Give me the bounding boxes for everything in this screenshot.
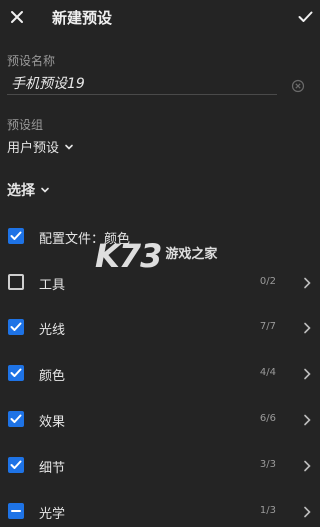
- checkmark-icon: [10, 231, 22, 240]
- list-item-effects[interactable]: 效果 6/6: [0, 405, 320, 435]
- list-item-optics[interactable]: 光学 1/3: [0, 497, 320, 527]
- close-button[interactable]: [6, 6, 28, 28]
- watermark-logo-text: K73: [95, 237, 162, 275]
- list-item-count: 1/3: [259, 505, 276, 516]
- chevron-right-icon[interactable]: [302, 277, 312, 289]
- checkmark-icon: [10, 460, 22, 469]
- checkbox[interactable]: [8, 503, 24, 519]
- list-item-count: 0/2: [259, 276, 276, 287]
- list-item-label: 效果: [39, 415, 66, 430]
- list-item-label: 光线: [39, 323, 66, 338]
- list-item-count: 4/4: [259, 367, 276, 378]
- minus-icon: [11, 510, 21, 512]
- page-title: 新建预设: [52, 9, 113, 27]
- list-item-label: 光学: [39, 507, 66, 522]
- checkmark-icon: [10, 414, 22, 423]
- watermark-logo: K73 游戏之家: [95, 237, 217, 275]
- preset-group-label: 预设组: [7, 118, 44, 132]
- chevron-right-icon[interactable]: [302, 460, 312, 472]
- chevron-right-icon[interactable]: [302, 322, 312, 334]
- clear-name-button[interactable]: [291, 78, 305, 93]
- list-item-color[interactable]: 颜色 4/4: [0, 359, 320, 389]
- clear-icon: [291, 79, 305, 93]
- checkmark-icon: [10, 322, 22, 331]
- list-item-count: 6/6: [259, 413, 276, 424]
- preset-group-dropdown[interactable]: 用户预设: [7, 137, 74, 156]
- checkbox[interactable]: [8, 274, 24, 290]
- list-item-detail[interactable]: 细节 3/3: [0, 451, 320, 481]
- list-item-count: 7/7: [259, 321, 276, 332]
- confirm-button[interactable]: [294, 6, 316, 28]
- checkbox[interactable]: [8, 319, 24, 335]
- close-icon: [11, 11, 23, 23]
- checkmark-icon: [10, 368, 22, 377]
- preset-name-label: 预设名称: [7, 54, 56, 68]
- select-dropdown[interactable]: 选择: [7, 180, 50, 200]
- top-bar: 新建预设: [0, 0, 320, 34]
- list-item-count: 3/3: [259, 459, 276, 470]
- preset-group-value: 用户预设: [7, 141, 60, 156]
- chevron-down-icon: [65, 144, 73, 150]
- chevron-right-icon[interactable]: [302, 414, 312, 426]
- checkmark-icon: [298, 11, 312, 22]
- preset-name-input[interactable]: [7, 73, 277, 95]
- checkbox[interactable]: [8, 365, 24, 381]
- checkbox[interactable]: [8, 457, 24, 473]
- chevron-right-icon[interactable]: [302, 368, 312, 380]
- list-item-label: 颜色: [39, 369, 66, 384]
- chevron-down-icon: [41, 187, 49, 193]
- select-dropdown-label: 选择: [7, 183, 35, 199]
- checkbox[interactable]: [8, 228, 24, 244]
- list-item-label: 细节: [39, 461, 66, 476]
- list-item-light[interactable]: 光线 7/7: [0, 313, 320, 343]
- list-item-label: 工具: [39, 278, 66, 293]
- checkbox[interactable]: [8, 411, 24, 427]
- chevron-right-icon[interactable]: [302, 506, 312, 518]
- watermark-text: 游戏之家: [165, 246, 218, 262]
